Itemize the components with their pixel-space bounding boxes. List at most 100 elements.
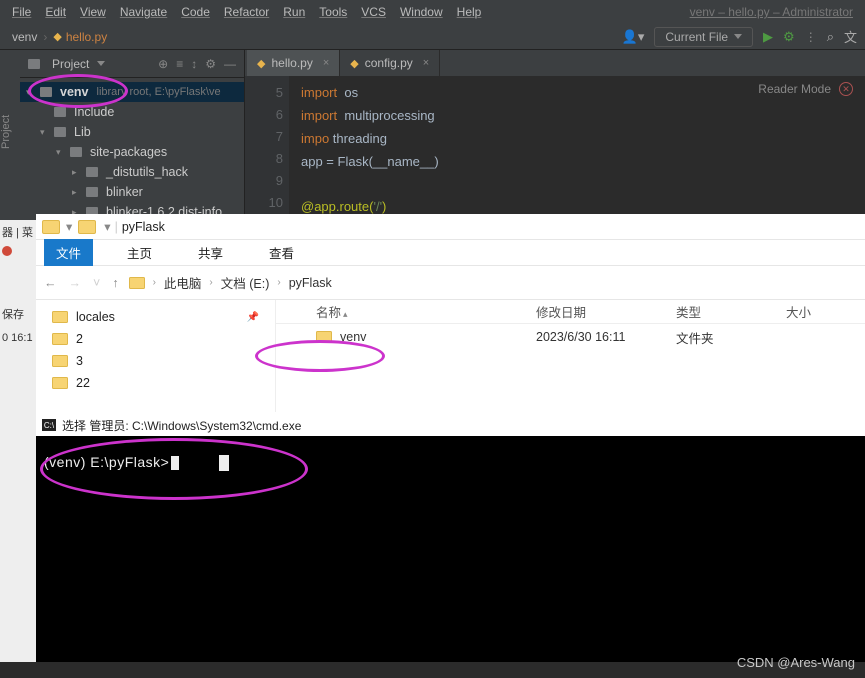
breadcrumb-root[interactable]: venv <box>8 30 41 44</box>
col-type[interactable]: 类型 <box>676 302 786 321</box>
folder-icon <box>54 127 66 137</box>
folder-icon <box>86 187 98 197</box>
menu-help[interactable]: Help <box>451 5 488 19</box>
folder-icon <box>86 167 98 177</box>
python-icon: ◆ <box>53 30 61 43</box>
cmd-terminal[interactable]: (venv) E:\pyFlask> <box>36 436 865 489</box>
cmd-icon: C:\ <box>42 419 56 431</box>
project-panel: Project ⊕ ≡ ↕ ⚙ — ▾ venv library root, E… <box>20 50 245 220</box>
menu-run[interactable]: Run <box>277 5 311 19</box>
tree-site-packages[interactable]: ▾ site-packages <box>20 142 244 162</box>
folder-icon <box>54 107 66 117</box>
close-icon[interactable]: × <box>419 57 429 69</box>
run-config-selector[interactable]: Current File <box>654 27 753 47</box>
window-title: venv – hello.py – Administrator <box>684 5 859 19</box>
reader-mode-label[interactable]: Reader Mode <box>758 82 831 96</box>
chevron-down-icon: ▾ <box>26 87 36 98</box>
code-editor[interactable]: 5678910 import os import multiprocessing… <box>245 76 865 225</box>
folder-icon <box>52 311 68 323</box>
tree-item[interactable]: ▸ _distutils_hack <box>20 162 244 182</box>
folder-icon <box>129 277 145 289</box>
ribbon-tab-view[interactable]: 查看 <box>257 239 306 266</box>
nav-item[interactable]: 22 <box>46 372 275 394</box>
col-name[interactable]: 名称▴ <box>276 302 536 321</box>
chevron-right-icon: ▸ <box>72 167 82 178</box>
hide-icon[interactable]: — <box>224 57 236 71</box>
debug-button[interactable]: ⚙ <box>783 29 795 45</box>
tree-root[interactable]: ▾ venv library root, E:\pyFlask\ve <box>20 82 244 102</box>
chevron-down-icon[interactable] <box>97 61 105 66</box>
back-button[interactable]: ← <box>44 276 57 290</box>
python-icon: ◆ <box>257 57 265 70</box>
menu-edit[interactable]: Edit <box>39 5 72 19</box>
ide-menubar: File Edit View Navigate Code Refactor Ru… <box>0 0 865 24</box>
menu-window[interactable]: Window <box>394 5 449 19</box>
pin-icon: 📌 <box>247 312 259 323</box>
python-icon: ◆ <box>350 57 358 70</box>
menu-file[interactable]: File <box>6 5 37 19</box>
tab-hello[interactable]: ◆ hello.py × <box>247 50 340 76</box>
ribbon-tab-file[interactable]: 文件 <box>44 239 93 266</box>
collapse-icon[interactable]: ↕ <box>191 57 197 71</box>
file-row-venv[interactable]: venv 2023/6/30 16:11 文件夹 <box>276 324 865 350</box>
record-icon <box>2 246 12 256</box>
watermark: CSDN @Ares-Wang <box>737 655 855 670</box>
tab-config[interactable]: ◆ config.py × <box>340 50 440 76</box>
nav-item[interactable]: 2 <box>46 328 275 350</box>
forward-button[interactable]: → <box>69 276 82 290</box>
explorer-ribbon: 文件 主页 共享 查看 <box>36 240 865 266</box>
close-icon[interactable]: × <box>319 57 329 69</box>
chevron-right-icon: ▸ <box>72 187 82 198</box>
col-date[interactable]: 修改日期 <box>536 302 676 321</box>
menu-code[interactable]: Code <box>175 5 216 19</box>
breadcrumb-file[interactable]: ◆ hello.py <box>49 30 111 44</box>
menu-tools[interactable]: Tools <box>313 5 353 19</box>
run-button[interactable]: ▶ <box>763 29 773 45</box>
explorer-addressbar: ← → ˅ ↑ › 此电脑› 文档 (E:)› pyFlask <box>36 266 865 300</box>
background-cutoff: 器 | 菜 保存 0 16:1 <box>0 220 36 662</box>
target-icon[interactable]: ⊕ <box>158 57 168 71</box>
chevron-down-icon[interactable]: ▾ <box>66 219 72 234</box>
cmd-prompt: (venv) E:\pyFlask> <box>44 454 169 470</box>
menu-navigate[interactable]: Navigate <box>114 5 173 19</box>
menu-view[interactable]: View <box>74 5 112 19</box>
tree-include[interactable]: Include <box>20 102 244 122</box>
explorer-title: pyFlask <box>122 220 165 234</box>
chevron-down-icon: ▾ <box>56 147 66 158</box>
gutter: 5678910 <box>245 76 289 225</box>
project-tool-tab[interactable]: Project <box>0 50 20 220</box>
ribbon-tab-home[interactable]: 主页 <box>115 239 164 266</box>
lang-icon[interactable]: 文 <box>844 27 857 46</box>
breadcrumb[interactable]: › 此电脑› 文档 (E:)› pyFlask <box>129 273 332 292</box>
tree-lib[interactable]: ▾ Lib <box>20 122 244 142</box>
block-icon <box>219 455 229 471</box>
explorer-nav-pane: locales📌 2 3 22 <box>36 300 276 412</box>
more-actions-icon[interactable]: ⋮ <box>805 30 817 44</box>
project-panel-title: Project <box>52 57 89 71</box>
nav-item[interactable]: 3 <box>46 350 275 372</box>
sort-icon[interactable]: ≡ <box>176 57 183 71</box>
gear-icon[interactable]: ⚙ <box>205 57 216 71</box>
ribbon-tab-share[interactable]: 共享 <box>186 239 235 266</box>
cmd-titlebar[interactable]: C:\ 选择 管理员: C:\Windows\System32\cmd.exe <box>36 414 865 436</box>
cursor-icon <box>171 456 179 470</box>
folder-icon <box>70 147 82 157</box>
cmd-window: C:\ 选择 管理员: C:\Windows\System32\cmd.exe … <box>36 414 865 662</box>
search-icon[interactable]: ⌕ <box>827 29 834 45</box>
folder-icon <box>52 355 68 367</box>
up-button[interactable]: ↑ <box>112 276 118 290</box>
explorer-file-list: 名称▴ 修改日期 类型 大小 venv 2023/6/30 16:11 文件夹 <box>276 300 865 412</box>
folder-icon <box>78 220 96 234</box>
sort-asc-icon: ▴ <box>343 309 348 319</box>
nav-item[interactable]: locales📌 <box>46 306 275 328</box>
editor-tabs: ◆ hello.py × ◆ config.py × <box>245 50 865 76</box>
user-icon[interactable]: 👤▾ <box>622 29 645 45</box>
col-size[interactable]: 大小 <box>786 302 846 321</box>
project-tree: ▾ venv library root, E:\pyFlask\ve Inclu… <box>20 78 244 226</box>
menu-refactor[interactable]: Refactor <box>218 5 275 19</box>
close-icon[interactable]: ✕ <box>839 82 853 96</box>
menu-vcs[interactable]: VCS <box>355 5 392 19</box>
code-content[interactable]: import os import multiprocessing impo th… <box>289 76 865 225</box>
tree-item[interactable]: ▸ blinker <box>20 182 244 202</box>
explorer-titlebar[interactable]: ▾ ▾ | pyFlask <box>36 214 865 240</box>
